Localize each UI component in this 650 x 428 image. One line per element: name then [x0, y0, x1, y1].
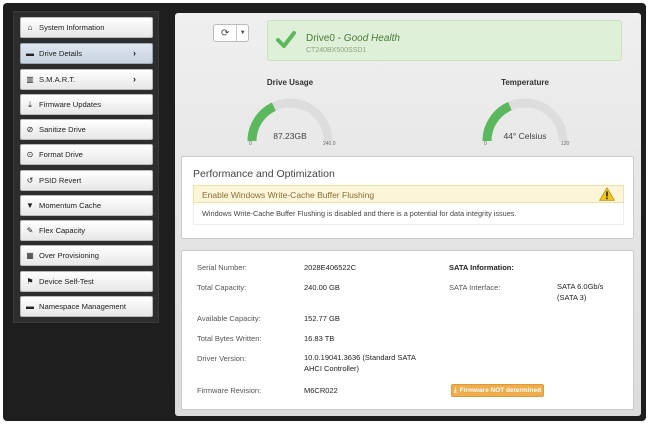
serial-value: 2028E406522C: [304, 263, 357, 272]
chart-icon: ▥: [26, 75, 34, 84]
sidebar-item-device-self-test[interactable]: ⚑ Device Self-Test: [20, 271, 153, 292]
firmware-status-button[interactable]: ⤓ Firmware NOT determined: [451, 384, 544, 397]
written-value: 16.83 TB: [304, 334, 335, 343]
sidebar-item-label: Momentum Cache: [39, 201, 102, 210]
drive-usage-max: 240.0: [323, 141, 336, 147]
sidebar-item-sanitize-drive[interactable]: ⊘ Sanitize Drive: [20, 119, 153, 140]
drive-usage-value: 87.23GB: [273, 131, 307, 141]
sidebar-item-smart[interactable]: ▥ S.M.A.R.T. ›: [20, 69, 153, 90]
firmware-value: M6CR022: [304, 386, 338, 395]
health-separator: -: [334, 33, 344, 44]
sidebar-item-label: Flex Capacity: [39, 226, 86, 235]
sidebar-item-label: PSID Revert: [39, 176, 82, 185]
firmware-label: Firmware Revision:: [197, 386, 262, 395]
written-label: Total Bytes Written:: [197, 334, 262, 343]
sidebar-item-over-provisioning[interactable]: ▦ Over Provisioning: [20, 245, 153, 266]
driver-value: 10.0.19041.3636 (Standard SATA AHCI Cont…: [304, 352, 416, 374]
available-label: Available Capacity:: [197, 314, 261, 323]
download-icon: ⤓: [28, 99, 32, 109]
check-icon: [276, 31, 296, 48]
edit-icon: ✎: [26, 226, 34, 235]
caret-down-icon: ▼: [239, 30, 246, 36]
sidebar-item-label: Sanitize Drive: [39, 125, 86, 134]
temperature-gauge: [482, 98, 568, 142]
health-title: Drive0 - Good Health: [306, 33, 400, 44]
refresh-button[interactable]: ⟳: [214, 25, 238, 41]
refresh-button-group: ⟳ ▼: [213, 24, 249, 42]
sidebar-item-label: System Information: [39, 23, 105, 32]
drive-icon: ▬: [26, 49, 34, 58]
warning-icon: [599, 187, 615, 201]
temperature-min: 0: [484, 141, 487, 147]
drive-model: CT240BX500SSD1: [306, 47, 367, 54]
sidebar-item-firmware-updates[interactable]: ⤓ Firmware Updates: [20, 94, 153, 115]
drive-icon: ▬: [26, 302, 34, 311]
sidebar-item-label: Over Provisioning: [39, 251, 99, 260]
download-icon: ⤓: [453, 386, 457, 394]
warning-body: Windows Write-Cache Buffer Flushing is d…: [193, 203, 624, 225]
drive-usage-min: 0: [249, 141, 252, 147]
main-panel: ⟳ ▼ Drive0 - Good Health CT240BX500SSD1 …: [175, 13, 641, 416]
driver-label: Driver Version:: [197, 354, 247, 363]
performance-panel: Performance and Optimization Enable Wind…: [181, 156, 634, 239]
sidebar-item-label: Firmware Updates: [39, 100, 102, 109]
performance-title: Performance and Optimization: [193, 168, 335, 180]
home-icon: ⌂: [27, 23, 33, 32]
health-status-box: Drive0 - Good Health CT240BX500SSD1: [267, 20, 622, 61]
flag-icon: ⚑: [26, 277, 34, 286]
sidebar-item-psid-revert[interactable]: ↺ PSID Revert: [20, 170, 153, 191]
refresh-icon: ⟳: [220, 27, 230, 39]
chevron-right-icon: ›: [133, 74, 136, 84]
sidebar-item-namespace-management[interactable]: ▬ Namespace Management: [20, 296, 153, 317]
undo-icon: ↺: [26, 176, 34, 185]
driver-line2: AHCI Controller): [304, 364, 360, 373]
ban-icon: ⊘: [26, 125, 34, 134]
firmware-badge-label: Firmware NOT determined: [459, 387, 542, 394]
sidebar-item-drive-details[interactable]: ▬ Drive Details ›: [20, 43, 153, 64]
sata-interface-line1: SATA 6.0Gb/s: [557, 282, 604, 291]
temperature-value: 44° Celsius: [503, 131, 547, 141]
drive-info-panel: Serial Number: 2028E406522C SATA Informa…: [181, 250, 634, 410]
drive-name: Drive0: [306, 33, 335, 44]
write-cache-warning-header[interactable]: Enable Windows Write-Cache Buffer Flushi…: [193, 185, 624, 203]
drive-usage-label: Drive Usage: [266, 78, 314, 87]
health-status: Good Health: [343, 33, 400, 44]
temperature-max: 120: [561, 141, 570, 147]
temperature-label: Temperature: [501, 78, 549, 87]
warning-title: Enable Windows Write-Cache Buffer Flushi…: [202, 190, 375, 200]
sidebar-item-flex-capacity[interactable]: ✎ Flex Capacity: [20, 220, 153, 241]
sidebar-item-label: S.M.A.R.T.: [39, 75, 76, 84]
sidebar-item-label: Namespace Management: [39, 302, 126, 311]
sidebar: ⌂ System Information ▬ Drive Details › ▥…: [13, 11, 159, 323]
available-value: 152.77 GB: [304, 314, 340, 323]
grid-icon: ▦: [26, 251, 34, 260]
format-icon: ⊙: [26, 150, 34, 159]
sidebar-item-format-drive[interactable]: ⊙ Format Drive: [20, 144, 153, 165]
refresh-dropdown-button[interactable]: ▼: [237, 25, 248, 41]
sidebar-item-momentum-cache[interactable]: ▼ Momentum Cache: [20, 195, 153, 216]
sidebar-item-system-information[interactable]: ⌂ System Information: [20, 17, 153, 38]
driver-line1: 10.0.19041.3636 (Standard SATA: [304, 353, 416, 362]
chevron-right-icon: ›: [133, 48, 136, 58]
sata-interface-line2: (SATA 3): [557, 293, 587, 302]
filter-icon: ▼: [26, 201, 34, 210]
capacity-label: Total Capacity:: [197, 283, 247, 292]
serial-label: Serial Number:: [197, 263, 248, 272]
capacity-value: 240.00 GB: [304, 283, 340, 292]
sata-interface-value: SATA 6.0Gb/s (SATA 3): [557, 281, 603, 303]
sata-info-label: SATA Information:: [449, 263, 514, 272]
sata-interface-label: SATA Interface:: [449, 283, 501, 292]
sidebar-item-label: Device Self-Test: [39, 277, 94, 286]
sidebar-item-label: Format Drive: [39, 150, 83, 159]
app-frame: ⌂ System Information ▬ Drive Details › ▥…: [3, 3, 646, 421]
sidebar-item-label: Drive Details: [39, 49, 83, 58]
